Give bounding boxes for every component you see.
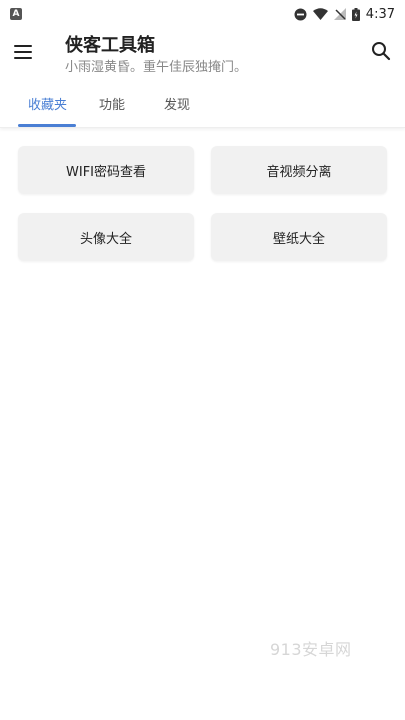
tab-favorites[interactable]: 收藏夹 xyxy=(28,94,67,113)
dnd-icon xyxy=(294,8,307,20)
card-wallpapers[interactable]: 壁纸大全 xyxy=(211,213,387,261)
battery-icon xyxy=(351,7,360,21)
status-bar: A 4:37 xyxy=(0,0,405,28)
card-wifi-password[interactable]: WIFI密码查看 xyxy=(18,146,194,194)
tab-discover[interactable]: 发现 xyxy=(164,94,190,113)
app-subtitle: 小雨湿黄昏。重午佳辰独掩门。 xyxy=(65,60,248,75)
menu-icon-line xyxy=(14,57,32,59)
card-audio-video-split[interactable]: 音视频分离 xyxy=(211,146,387,194)
watermark: 913安卓网 xyxy=(270,640,352,659)
status-left: A xyxy=(10,8,22,20)
menu-icon-line xyxy=(14,51,32,53)
menu-icon-line xyxy=(14,45,32,47)
status-right: 4:37 xyxy=(294,7,395,22)
tab-indicator xyxy=(18,124,76,127)
search-button[interactable] xyxy=(369,39,393,63)
app-title: 侠客工具箱 xyxy=(65,35,155,56)
notification-a-icon: A xyxy=(10,8,22,20)
wifi-icon xyxy=(312,8,328,20)
app-bar: 侠客工具箱 小雨湿黄昏。重午佳辰独掩门。 xyxy=(0,28,405,84)
card-avatars[interactable]: 头像大全 xyxy=(18,213,194,261)
tab-functions[interactable]: 功能 xyxy=(99,94,125,113)
menu-button[interactable] xyxy=(14,40,38,64)
search-icon xyxy=(372,42,391,61)
status-time: 4:37 xyxy=(365,6,395,22)
no-signal-icon xyxy=(333,8,346,20)
tab-bar: 收藏夹 功能 发现 xyxy=(0,84,405,128)
